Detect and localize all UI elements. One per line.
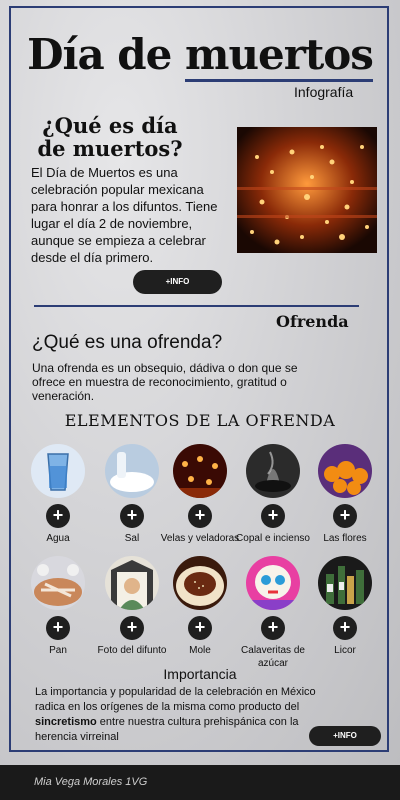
altar-photo [237, 127, 377, 253]
marigold-icon [318, 444, 372, 498]
title-part-1: Día de [27, 30, 186, 79]
element-plus-button[interactable]: + [188, 616, 212, 640]
ofrenda-question: ¿Qué es una ofrenda? [32, 332, 223, 353]
importance-text-bold: sincretismo [35, 716, 97, 728]
importance-text: La importancia y popularidad de la celeb… [35, 685, 340, 745]
bread-icon [31, 556, 85, 610]
element-plus-button[interactable]: + [46, 504, 70, 528]
section-divider [34, 305, 359, 307]
element-label: Agua [46, 533, 70, 544]
intro-question: ¿Qué es día de muertos? [37, 113, 183, 161]
element-label: Licor [334, 645, 356, 656]
element-plus-button[interactable]: + [120, 504, 144, 528]
element-plus-button[interactable]: + [333, 504, 357, 528]
importance-heading: Importancia [163, 666, 237, 682]
element-label: Velas y veladoras [160, 533, 240, 544]
element-plus-button[interactable]: + [333, 616, 357, 640]
author-credit: Mia Vega Morales 1VG [34, 776, 148, 788]
copal-icon [246, 444, 300, 498]
intro-info-button[interactable]: +INFO [133, 270, 222, 294]
intro-text: El Día de Muertos es una celebración pop… [31, 165, 218, 265]
element-plus-button[interactable]: + [261, 616, 285, 640]
liquor-icon [318, 556, 372, 610]
salt-icon [105, 444, 159, 498]
page-title: Día de muertos [0, 30, 400, 82]
element-plus-button[interactable]: + [46, 616, 70, 640]
element-label: Pan [49, 645, 67, 656]
candles-icon [173, 444, 227, 498]
ofrenda-text: Una ofrenda es un obsequio, dádiva o don… [32, 361, 298, 403]
element-plus-button[interactable]: + [120, 616, 144, 640]
portrait-icon [105, 556, 159, 610]
element-plus-button[interactable]: + [261, 504, 285, 528]
element-plus-button[interactable]: + [188, 504, 212, 528]
title-part-2: muertos [185, 30, 374, 82]
elements-heading: ELEMENTOS DE LA OFRENDA [64, 411, 336, 430]
footer-bar: Mia Vega Morales 1VG [0, 765, 400, 800]
ofrenda-heading: Ofrenda [276, 312, 349, 331]
element-label: Las flores [323, 533, 367, 544]
importance-text-part-1: La importancia y popularidad de la celeb… [35, 686, 316, 713]
page-subtitle: Infografía [294, 84, 354, 100]
element-label: Copal e incienso [236, 533, 310, 544]
sugar-skull-icon [246, 556, 300, 610]
mole-icon [173, 556, 227, 610]
importance-info-button[interactable]: +INFO [309, 726, 381, 746]
water-glass-icon [31, 444, 85, 498]
element-label: Mole [189, 645, 211, 656]
